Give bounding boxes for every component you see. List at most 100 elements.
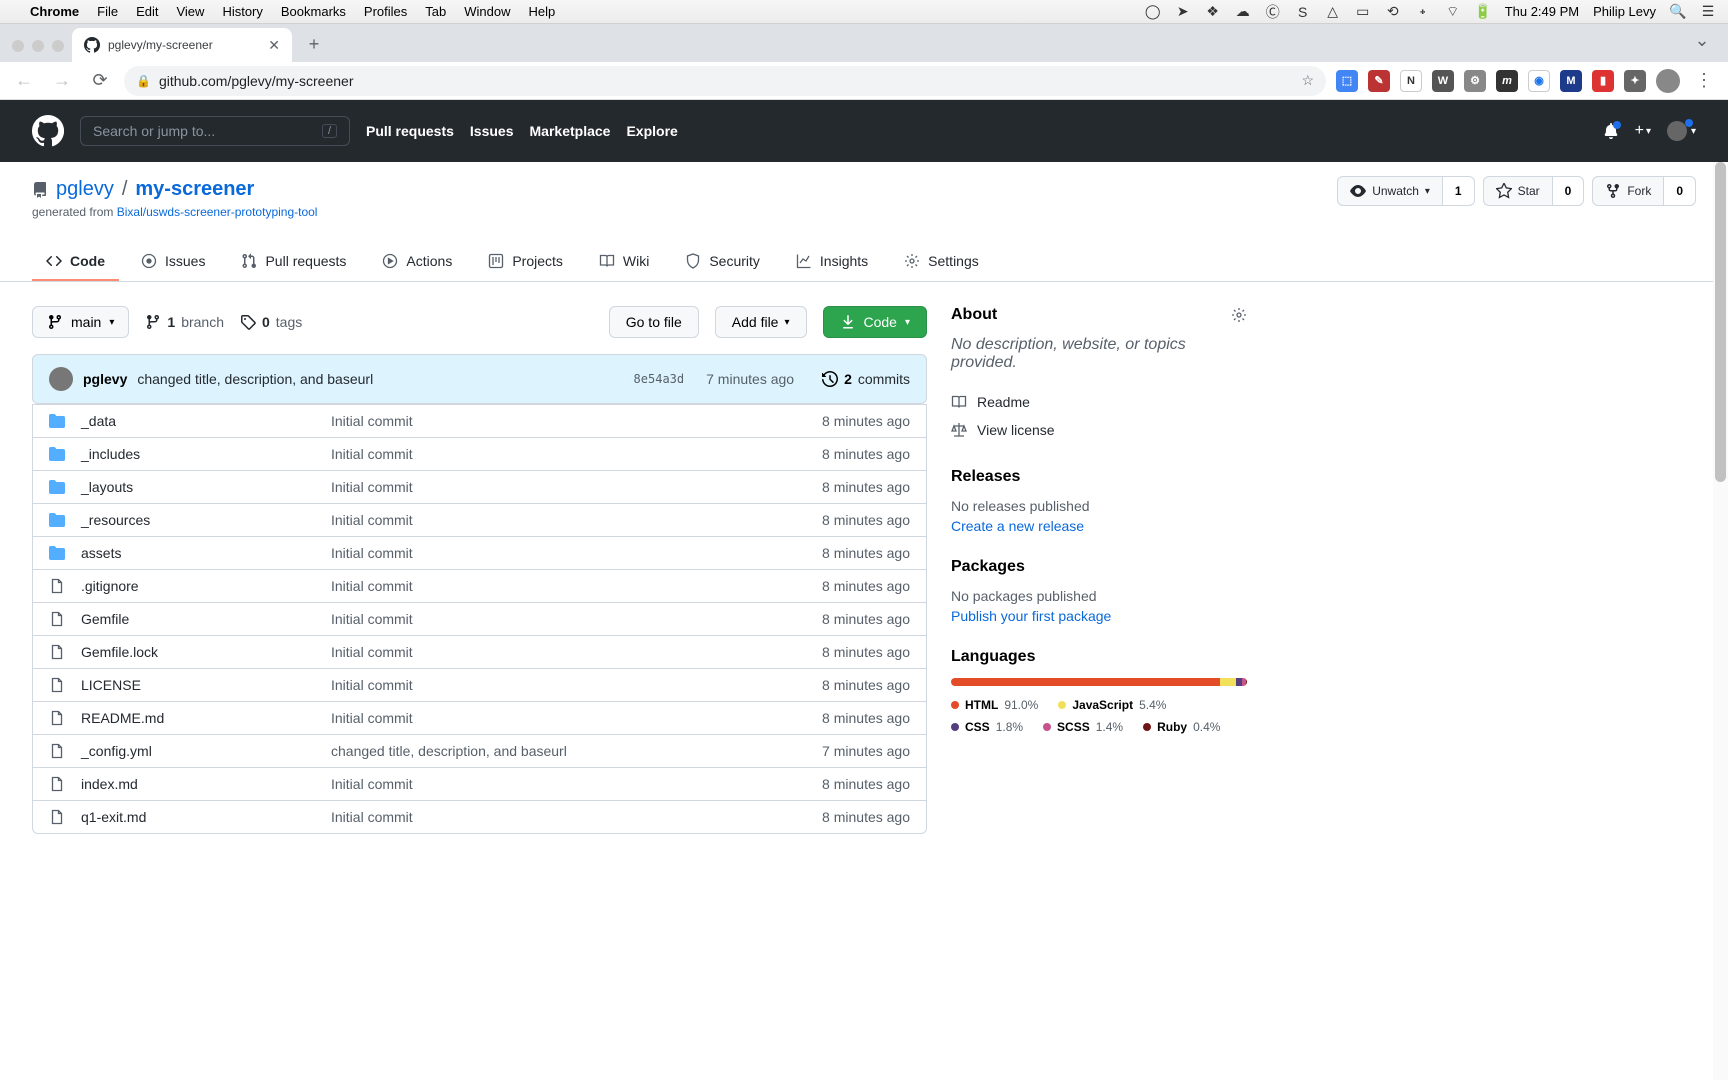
watch-count[interactable]: 1	[1443, 176, 1475, 206]
status-icon[interactable]: ➤	[1175, 4, 1191, 20]
tab-close-icon[interactable]: ✕	[268, 37, 280, 54]
nav-issues[interactable]: Issues	[470, 123, 514, 139]
extension-icon[interactable]: ◉	[1528, 70, 1550, 92]
file-commit-msg[interactable]: Initial commit	[331, 545, 822, 561]
file-commit-msg[interactable]: Initial commit	[331, 578, 822, 594]
file-commit-msg[interactable]: Initial commit	[331, 413, 822, 429]
status-icon[interactable]: ◯	[1145, 4, 1161, 20]
file-name[interactable]: index.md	[81, 776, 331, 792]
code-button[interactable]: Code▾	[823, 306, 928, 338]
tab-insights[interactable]: Insights	[782, 243, 882, 281]
profile-avatar[interactable]	[1656, 69, 1680, 93]
add-file-button[interactable]: Add file▾	[715, 306, 807, 338]
edit-about-icon[interactable]	[1231, 307, 1247, 323]
control-center-icon[interactable]: ☰	[1700, 4, 1716, 20]
unwatch-button[interactable]: Unwatch▾	[1337, 176, 1443, 206]
menubar-clock[interactable]: Thu 2:49 PM	[1505, 4, 1579, 19]
tab-issues[interactable]: Issues	[127, 243, 219, 281]
file-name[interactable]: _config.yml	[81, 743, 331, 759]
language-segment[interactable]	[951, 678, 1220, 686]
menu-history[interactable]: History	[222, 4, 262, 19]
menu-file[interactable]: File	[97, 4, 118, 19]
file-commit-msg[interactable]: Initial commit	[331, 677, 822, 693]
github-search[interactable]: Search or jump to... /	[80, 116, 350, 146]
language-segment[interactable]	[1246, 678, 1247, 686]
file-commit-msg[interactable]: Initial commit	[331, 710, 822, 726]
language-item[interactable]: JavaScript5.4%	[1058, 698, 1166, 712]
user-menu[interactable]: ▾	[1667, 121, 1696, 141]
tab-wiki[interactable]: Wiki	[585, 243, 663, 281]
file-name[interactable]: q1-exit.md	[81, 809, 331, 825]
file-name[interactable]: LICENSE	[81, 677, 331, 693]
branches-link[interactable]: 1branch	[145, 314, 224, 330]
readme-link[interactable]: Readme	[951, 388, 1247, 416]
commit-author[interactable]: pglevy	[83, 371, 127, 387]
language-item[interactable]: Ruby0.4%	[1143, 720, 1220, 734]
dropbox-icon[interactable]: ❖	[1205, 4, 1221, 20]
status-icon[interactable]: S	[1295, 4, 1311, 20]
tab-pull-requests[interactable]: Pull requests	[227, 243, 360, 281]
nav-pull-requests[interactable]: Pull requests	[366, 123, 454, 139]
wifi-icon[interactable]: ⌔	[1445, 4, 1461, 20]
tab-settings[interactable]: Settings	[890, 243, 993, 281]
file-commit-msg[interactable]: Initial commit	[331, 611, 822, 627]
file-name[interactable]: README.md	[81, 710, 331, 726]
address-bar[interactable]: 🔒 github.com/pglevy/my-screener ☆	[124, 66, 1326, 96]
extension-icon[interactable]: ✎	[1368, 70, 1390, 92]
commit-hash[interactable]: 8e54a3d	[634, 372, 685, 386]
bookmark-star-icon[interactable]: ☆	[1301, 72, 1314, 89]
display-icon[interactable]: ▭	[1355, 4, 1371, 20]
back-button[interactable]: ←	[10, 67, 38, 95]
menu-help[interactable]: Help	[529, 4, 556, 19]
menubar-user[interactable]: Philip Levy	[1593, 4, 1656, 19]
tab-actions[interactable]: Actions	[368, 243, 466, 281]
menubar-app[interactable]: Chrome	[30, 4, 79, 19]
file-commit-msg[interactable]: Initial commit	[331, 446, 822, 462]
notifications-icon[interactable]	[1603, 123, 1619, 139]
menu-view[interactable]: View	[176, 4, 204, 19]
tab-projects[interactable]: Projects	[474, 243, 577, 281]
file-commit-msg[interactable]: changed title, description, and baseurl	[331, 743, 822, 759]
file-name[interactable]: .gitignore	[81, 578, 331, 594]
file-name[interactable]: Gemfile.lock	[81, 644, 331, 660]
menu-window[interactable]: Window	[464, 4, 510, 19]
chrome-menu-icon[interactable]: ⋮	[1690, 67, 1718, 95]
language-item[interactable]: SCSS1.4%	[1043, 720, 1123, 734]
create-release-link[interactable]: Create a new release	[951, 518, 1247, 534]
language-item[interactable]: HTML91.0%	[951, 698, 1038, 712]
menu-edit[interactable]: Edit	[136, 4, 158, 19]
scrollbar-thumb[interactable]	[1715, 162, 1726, 482]
file-name[interactable]: _layouts	[81, 479, 331, 495]
extension-icon[interactable]: ⚙	[1464, 70, 1486, 92]
battery-icon[interactable]: 🔋	[1475, 4, 1491, 20]
bluetooth-icon[interactable]: ᛭	[1415, 4, 1431, 20]
tags-link[interactable]: 0tags	[240, 314, 302, 330]
new-tab-button[interactable]: +	[300, 30, 328, 58]
scrollbar[interactable]	[1713, 162, 1728, 1080]
file-name[interactable]: _resources	[81, 512, 331, 528]
repo-owner-link[interactable]: pglevy	[56, 178, 114, 201]
menu-profiles[interactable]: Profiles	[364, 4, 407, 19]
tab-dropdown-icon[interactable]: ⌄	[1688, 26, 1716, 54]
commit-author-avatar[interactable]	[49, 367, 73, 391]
repo-name-link[interactable]: my-screener	[135, 178, 254, 201]
publish-package-link[interactable]: Publish your first package	[951, 608, 1247, 624]
commit-time[interactable]: 7 minutes ago	[706, 371, 794, 387]
file-name[interactable]: Gemfile	[81, 611, 331, 627]
star-button[interactable]: Star	[1483, 176, 1553, 206]
extensions-menu-icon[interactable]: ✦	[1624, 70, 1646, 92]
menu-bookmarks[interactable]: Bookmarks	[281, 4, 346, 19]
timemachine-icon[interactable]: ⟲	[1385, 4, 1401, 20]
nav-marketplace[interactable]: Marketplace	[530, 123, 611, 139]
releases-heading[interactable]: Releases	[951, 468, 1020, 486]
extension-icon[interactable]: M	[1560, 70, 1582, 92]
language-item[interactable]: CSS1.8%	[951, 720, 1023, 734]
file-commit-msg[interactable]: Initial commit	[331, 809, 822, 825]
fork-button[interactable]: Fork	[1592, 176, 1664, 206]
nav-explore[interactable]: Explore	[626, 123, 677, 139]
extension-icon[interactable]: m	[1496, 70, 1518, 92]
reload-button[interactable]: ⟳	[86, 67, 114, 95]
file-commit-msg[interactable]: Initial commit	[331, 512, 822, 528]
file-name[interactable]: assets	[81, 545, 331, 561]
forward-button[interactable]: →	[48, 67, 76, 95]
